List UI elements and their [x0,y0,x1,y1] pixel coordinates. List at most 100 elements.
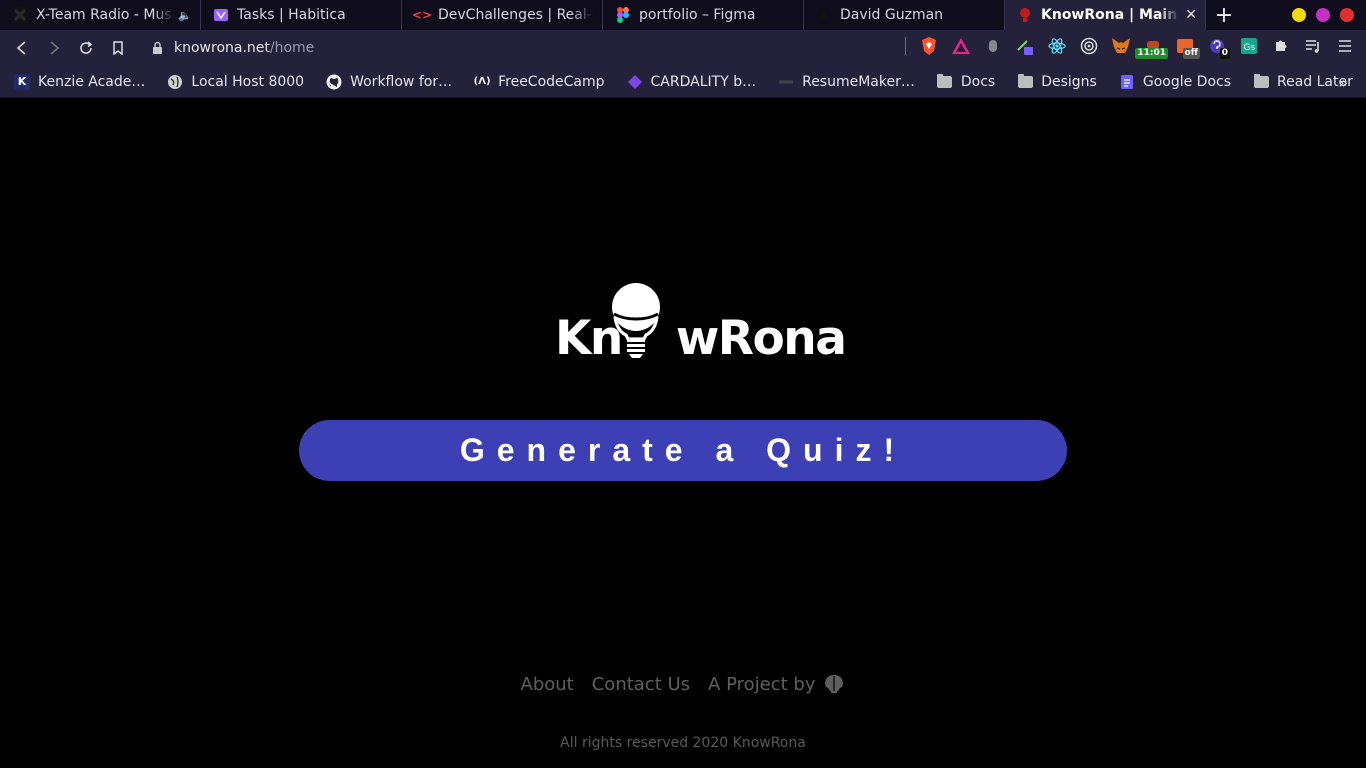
project-by-link[interactable]: A Project by [708,673,845,695]
figma-icon [615,7,631,23]
divider [905,37,906,55]
close-tab-icon[interactable]: ✕ [1185,7,1197,23]
bookmark-cardality[interactable]: CARDALITY b… [627,73,757,90]
page-content: Kn wRona Generate a Quiz! About Contact U… [0,99,1366,768]
knowrona-logo: Kn wRona [555,279,847,369]
url-host: knowrona.net [174,40,270,56]
extension-color-picker-icon[interactable] [1014,35,1036,57]
brave-rewards-icon[interactable] [950,35,972,57]
tab-figma[interactable]: portfolio – Figma [603,0,804,30]
bookmark-label: Kenzie Acade… [38,73,146,90]
folder-icon [1017,73,1033,90]
timer-badge: 11:01 [1135,48,1168,59]
tab-title: David Guzman [840,7,944,23]
tab-title: DevChallenges | Real-life [438,7,594,23]
extension-mouse-icon[interactable] [982,35,1004,57]
back-button[interactable] [6,32,38,64]
bookmark-kenzie[interactable]: K Kenzie Acade… [14,73,146,90]
bookmark-folder-designs[interactable]: Designs [1017,73,1097,90]
close-window-button[interactable] [1340,8,1354,22]
back-arrow-icon [16,41,26,55]
bookmark-label: FreeCodeCamp [498,73,605,90]
count-badge: 0 [1219,48,1230,59]
tab-title: X-Team Radio - Music [36,7,175,23]
bookmark-label: Docs [960,73,996,90]
timer-extension-icon[interactable]: 11:01 [1135,35,1168,59]
cardality-icon [627,74,643,90]
forward-arrow-icon [50,41,60,55]
metamask-fox-icon[interactable] [1110,35,1132,57]
devchallenges-icon: <> [411,8,433,22]
menu-hamburger-icon[interactable] [1334,35,1356,57]
react-devtools-icon[interactable] [1046,35,1068,57]
bookmark-label: CARDALITY b… [650,73,757,90]
grammar-extension-icon[interactable]: Gs [1238,35,1260,57]
tab-title: portfolio – Figma [639,7,756,23]
folder-icon [1253,73,1269,90]
freecodecamp-icon: (Ʌ) [473,76,491,87]
team-logo-icon [825,675,844,693]
generate-quiz-button[interactable]: Generate a Quiz! [299,420,1067,481]
contact-us-link[interactable]: Contact Us [592,674,690,695]
tab-habitica[interactable]: Tasks | Habitica [201,0,402,30]
pdf-badge: off [1182,48,1200,59]
bookmark-freecodecamp[interactable]: (Ʌ) FreeCodeCamp [473,73,605,90]
pdf-extension-icon[interactable]: off [1174,35,1200,59]
vercel-icon [816,7,832,23]
brave-shields-icon[interactable] [918,35,940,57]
bookmark-label: Google Docs [1142,73,1231,90]
extensions-area: 11:01 off 0 Gs [903,35,1356,59]
tab-title: Tasks | Habitica [237,7,346,23]
media-controls-icon[interactable] [1302,35,1324,57]
lightbulb-icon [612,283,660,358]
counter-extension-icon[interactable]: 0 [1206,35,1230,59]
logo-text: Kn wRona [555,311,847,366]
copyright-text: All rights reserved 2020 KnowRona [560,735,806,751]
github-icon [326,74,342,90]
footer-links: About Contact Us A Project by [0,673,1366,695]
bookmarks-bar: K Kenzie Acade… Local Host 8000 Workflow… [0,66,1366,98]
maximize-button[interactable] [1316,8,1330,22]
extensions-puzzle-icon[interactable] [1270,35,1292,57]
globe-icon [167,74,183,90]
reload-icon [80,41,93,54]
bookmark-page-button[interactable] [102,32,134,64]
forward-button[interactable] [38,32,70,64]
tab-title: KnowRona | Main Me [1041,7,1179,23]
tab-david-guzman[interactable]: David Guzman [804,0,1005,30]
target-extension-icon[interactable] [1078,35,1100,57]
bookmark-label: Local Host 8000 [191,73,305,90]
tab-strip: X-Team Radio - Music 🔈 Tasks | Habitica … [0,0,1366,30]
bookmark-folder-docs[interactable]: Docs [937,73,996,90]
bookmarks-overflow-button[interactable]: » [1338,73,1348,92]
project-by-label: A Project by [708,673,816,695]
knowrona-icon [1017,7,1033,23]
reload-button[interactable] [70,32,102,64]
tab-x-team-radio[interactable]: X-Team Radio - Music 🔈 [0,0,201,30]
window-controls [1292,8,1354,22]
speaker-icon[interactable]: 🔈 [178,9,192,22]
bookmark-resumemaker[interactable]: ResumeMaker… [778,74,915,90]
folder-icon [937,73,953,90]
x-team-icon [12,7,28,23]
bookmark-google-docs[interactable]: Google Docs [1119,74,1231,90]
about-link[interactable]: About [521,674,574,695]
logo-text-right: wRona [675,311,847,366]
tab-knowrona[interactable]: KnowRona | Main Me ✕ [1005,0,1206,30]
bookmark-local-host[interactable]: Local Host 8000 [167,74,304,90]
browser-toolbar: knowrona.net/home 11:01 off 0 Gs [0,30,1366,66]
bookmark-label: Designs [1041,73,1097,90]
bookmark-label: ResumeMaker… [802,73,915,90]
kenzie-icon: K [14,73,30,90]
resume-icon [778,74,794,90]
svg-text:Gs: Gs [1244,43,1256,53]
lock-icon [152,41,164,54]
address-bar[interactable]: knowrona.net/home [152,34,314,62]
new-tab-button[interactable]: + [1206,0,1242,30]
minimize-button[interactable] [1292,8,1306,22]
bookmark-workflow[interactable]: Workflow for… [326,74,452,90]
habitica-icon [213,7,229,23]
tab-devchallenges[interactable]: <> DevChallenges | Real-life [402,0,603,30]
bookmark-label: Workflow for… [350,73,453,90]
url-path: /home [269,40,315,56]
